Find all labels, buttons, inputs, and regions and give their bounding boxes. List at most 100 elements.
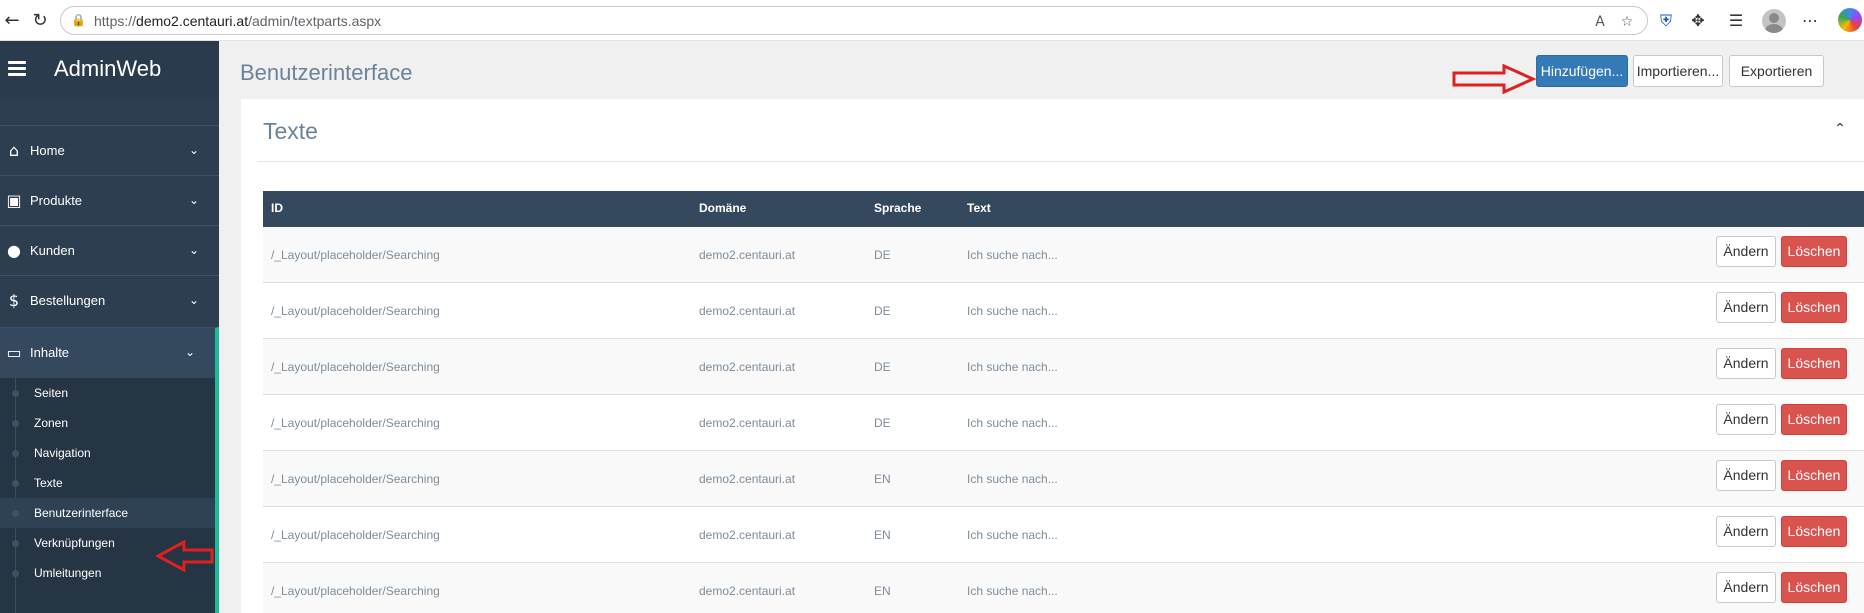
submenu-item-navigation[interactable]: Navigation xyxy=(0,438,215,468)
cell-domain: demo2.centauri.at xyxy=(699,304,796,318)
edit-button[interactable]: Ändern xyxy=(1716,292,1776,323)
brand-title[interactable]: AdminWeb xyxy=(54,56,161,82)
delete-button[interactable]: Löschen xyxy=(1781,236,1847,267)
chevron-down-icon: ⌄ xyxy=(188,243,200,257)
copilot-icon[interactable] xyxy=(1838,8,1862,32)
cell-language: DE xyxy=(874,416,891,430)
sidebar-item-home[interactable]: ⌂ Home ⌄ xyxy=(0,125,219,175)
more-menu-icon[interactable]: ⋯ xyxy=(1798,9,1822,33)
extensions-puzzle-icon[interactable]: ✥ xyxy=(1686,9,1710,33)
submenu-label: Seiten xyxy=(34,386,69,400)
submenu-item-benutzerinterface[interactable]: Benutzerinterface xyxy=(0,498,215,528)
cell-text: Ich suche nach... xyxy=(967,472,1058,486)
column-header-id[interactable]: ID xyxy=(271,201,283,215)
cell-language: EN xyxy=(874,528,891,542)
cell-text: Ich suche nach... xyxy=(967,304,1058,318)
edit-button[interactable]: Ändern xyxy=(1716,236,1776,267)
favorites-icon[interactable]: ☰ xyxy=(1724,9,1748,33)
site-info-icon[interactable]: 🔒 xyxy=(71,13,86,27)
submenu-item-zonen[interactable]: Zonen xyxy=(0,408,215,438)
url-scheme: https:// xyxy=(94,13,137,29)
table-row: /_Layout/placeholder/Searching demo2.cen… xyxy=(263,339,1864,395)
export-button[interactable]: Exportieren xyxy=(1729,55,1824,87)
edit-button[interactable]: Ändern xyxy=(1716,348,1776,379)
add-button[interactable]: Hinzufügen... xyxy=(1536,55,1628,87)
reload-icon[interactable]: ↻ xyxy=(28,9,52,33)
panel-divider xyxy=(257,161,1864,162)
sidebar-item-produkte[interactable]: ▣ Produkte ⌄ xyxy=(0,175,219,225)
page-title: Benutzerinterface xyxy=(240,60,413,85)
delete-button[interactable]: Löschen xyxy=(1781,516,1847,547)
column-header-language[interactable]: Sprache xyxy=(874,201,921,215)
submenu-label: Navigation xyxy=(34,446,91,460)
import-button[interactable]: Importieren... xyxy=(1633,55,1723,87)
panel-title: Texte xyxy=(263,118,318,144)
submenu-item-seiten[interactable]: Seiten xyxy=(0,378,215,408)
delete-button[interactable]: Löschen xyxy=(1781,460,1847,491)
sidebar-item-bestellungen[interactable]: $ Bestellungen ⌄ xyxy=(0,275,219,325)
cell-language: DE xyxy=(874,360,891,374)
cell-id: /_Layout/placeholder/Searching xyxy=(271,304,440,318)
cell-id: /_Layout/placeholder/Searching xyxy=(271,416,440,430)
cell-id: /_Layout/placeholder/Searching xyxy=(271,472,440,486)
edit-button[interactable]: Ändern xyxy=(1716,572,1776,603)
cell-language: DE xyxy=(874,248,891,262)
cell-domain: demo2.centauri.at xyxy=(699,248,796,262)
cell-language: EN xyxy=(874,584,891,598)
sidebar-item-label: Inhalte xyxy=(30,345,70,360)
edit-button[interactable]: Ändern xyxy=(1716,516,1776,547)
chevron-up-icon[interactable]: ⌃ xyxy=(1830,119,1850,139)
texte-panel: Texte ⌃ ID Domäne Sprache Text /_Layout/… xyxy=(241,99,1864,613)
cell-language: EN xyxy=(874,472,891,486)
hamburger-menu-icon[interactable] xyxy=(8,61,26,77)
sidebar: AdminWeb ⌂ Home ⌄ ▣ Produkte ⌄ ● Kunden … xyxy=(0,41,219,613)
annotation-arrow-right-icon xyxy=(1452,64,1536,94)
table-row: /_Layout/placeholder/Searching demo2.cen… xyxy=(263,283,1864,339)
column-header-domain[interactable]: Domäne xyxy=(699,201,746,215)
sidebar-header: AdminWeb xyxy=(0,41,219,97)
cell-text: Ich suche nach... xyxy=(967,584,1058,598)
table-row: /_Layout/placeholder/Searching demo2.cen… xyxy=(263,563,1864,613)
read-aloud-icon[interactable]: A xyxy=(1591,13,1609,31)
delete-button[interactable]: Löschen xyxy=(1781,572,1847,603)
cell-text: Ich suche nach... xyxy=(967,360,1058,374)
column-header-text[interactable]: Text xyxy=(967,201,991,215)
cell-domain: demo2.centauri.at xyxy=(699,472,796,486)
table-header: ID Domäne Sprache Text xyxy=(263,191,1864,227)
extension-shield-icon[interactable]: ⛨ xyxy=(1654,9,1678,33)
cell-domain: demo2.centauri.at xyxy=(699,416,796,430)
submenu-label: Benutzerinterface xyxy=(34,506,129,520)
submenu-label: Umleitungen xyxy=(34,566,102,580)
edit-button[interactable]: Ändern xyxy=(1716,460,1776,491)
profile-avatar[interactable] xyxy=(1762,9,1786,33)
back-icon[interactable]: ← xyxy=(0,9,24,33)
bullet-dot-icon xyxy=(12,480,19,487)
cell-domain: demo2.centauri.at xyxy=(699,360,796,374)
browser-toolbar: ← ↻ 🔒 https://demo2.centauri.at/admin/te… xyxy=(0,0,1864,41)
bullet-dot-icon xyxy=(12,540,19,547)
dollar-icon: $ xyxy=(8,291,20,310)
sidebar-item-kunden[interactable]: ● Kunden ⌄ xyxy=(0,225,219,275)
favorite-star-icon[interactable]: ☆ xyxy=(1618,13,1636,31)
sidebar-item-label: Home xyxy=(30,143,65,158)
delete-button[interactable]: Löschen xyxy=(1781,348,1847,379)
cell-language: DE xyxy=(874,304,891,318)
cell-id: /_Layout/placeholder/Searching xyxy=(271,528,440,542)
url-path: /admin/textparts.aspx xyxy=(248,13,382,29)
sidebar-item-label: Kunden xyxy=(30,243,75,258)
address-bar[interactable]: 🔒 https://demo2.centauri.at/admin/textpa… xyxy=(60,6,1648,35)
url-text[interactable]: https://demo2.centauri.at/admin/textpart… xyxy=(94,13,381,29)
bullet-dot-icon xyxy=(12,570,19,577)
monitor-icon: ▭ xyxy=(6,343,22,362)
cell-id: /_Layout/placeholder/Searching xyxy=(271,584,440,598)
delete-button[interactable]: Löschen xyxy=(1781,292,1847,323)
bullet-dot-icon xyxy=(12,450,19,457)
annotation-arrow-left-icon xyxy=(156,540,214,572)
sidebar-item-inhalte[interactable]: ▭ Inhalte ⌄ xyxy=(0,327,219,378)
delete-button[interactable]: Löschen xyxy=(1781,404,1847,435)
cell-domain: demo2.centauri.at xyxy=(699,584,796,598)
chevron-down-icon: ⌄ xyxy=(188,193,200,207)
cell-domain: demo2.centauri.at xyxy=(699,528,796,542)
edit-button[interactable]: Ändern xyxy=(1716,404,1776,435)
submenu-item-texte[interactable]: Texte xyxy=(0,468,215,498)
